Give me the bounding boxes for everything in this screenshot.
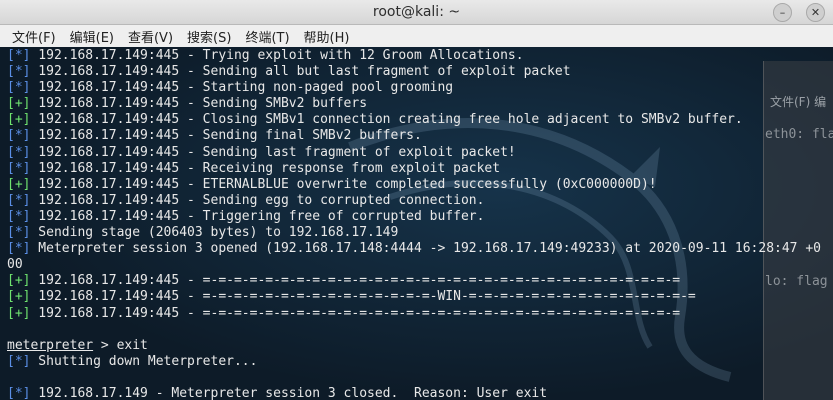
terminal-line: [*] 192.168.17.149:445 - Receiving respo…	[7, 161, 821, 177]
terminal-line: [*] Sending stage (206403 bytes) to 192.…	[7, 225, 821, 241]
terminal-line: [*] 192.168.17.149:445 - Triggering free…	[7, 209, 821, 225]
terminal-line-text: > exit	[93, 337, 148, 353]
menu-bar: 文件(F) 编辑(E) 查看(V) 搜索(S) 终端(T) 帮助(H)	[0, 25, 833, 48]
success-tag: [+]	[7, 96, 31, 112]
success-tag: [+]	[7, 176, 31, 192]
info-tag: [*]	[7, 80, 31, 96]
info-tag: [*]	[7, 208, 31, 224]
terminal-line-text: 192.168.17.149 - Meterpreter session 3 c…	[30, 385, 548, 400]
close-button[interactable]: ✕	[806, 3, 825, 22]
terminal-line-text: 192.168.17.149:445 - =-=-=-=-=-=-=-=-=-=…	[30, 305, 681, 321]
terminal-line: [*] 192.168.17.149:445 - Sending all but…	[7, 64, 821, 80]
terminal-line: 00	[7, 257, 821, 273]
terminal-line-text: 192.168.17.149:445 - Starting non-paged …	[30, 80, 454, 96]
terminal-line: [+] 192.168.17.149:445 - =-=-=-=-=-=-=-=…	[7, 306, 821, 322]
terminal-line-text: 192.168.17.149:445 - Sending egg to corr…	[30, 192, 485, 208]
terminal-line-text: 192.168.17.149:445 - Sending final SMBv2…	[30, 128, 422, 144]
menu-help[interactable]: 帮助(H)	[297, 27, 357, 46]
terminal-line: meterpreter > exit	[7, 338, 821, 354]
info-tag: [*]	[7, 160, 31, 176]
terminal-line: [+] 192.168.17.149:445 - ETERNALBLUE ove…	[7, 177, 821, 193]
terminal-line: [*] 192.168.17.149:445 - Sending last fr…	[7, 145, 821, 161]
info-tag: [*]	[7, 192, 31, 208]
info-tag: [*]	[7, 144, 31, 160]
terminal-line: [*] 192.168.17.149:445 - Sending egg to …	[7, 193, 821, 209]
info-tag: [*]	[7, 225, 31, 241]
info-tag: [*]	[7, 385, 31, 400]
terminal-line: [+] 192.168.17.149:445 - Sending SMBv2 b…	[7, 96, 821, 112]
terminal-line: [*] Meterpreter session 3 opened (192.16…	[7, 241, 821, 257]
window-controls: – ✕	[773, 3, 825, 22]
terminal-line-text: 192.168.17.149:445 - Sending all but las…	[30, 64, 571, 80]
menu-edit[interactable]: 编辑(E)	[63, 27, 121, 46]
success-tag: [+]	[7, 305, 31, 321]
menu-file[interactable]: 文件(F)	[0, 27, 63, 46]
terminal-line-text: Shutting down Meterpreter...	[30, 353, 258, 369]
info-tag: [*]	[7, 64, 31, 80]
meterpreter-prompt: meterpreter	[7, 337, 94, 353]
terminal-line-text: 192.168.17.149:445 - Trying exploit with…	[30, 48, 524, 63]
success-tag: [+]	[7, 112, 31, 128]
terminal-area[interactable]: 文件(F) 编 eth0: fla lo: flag [*] 192.168.1…	[0, 47, 833, 400]
info-tag: [*]	[7, 353, 31, 369]
terminal-line: [*] 192.168.17.149:445 - Trying exploit …	[7, 48, 821, 64]
minimize-button[interactable]: –	[773, 3, 792, 22]
terminal-line: [*] 192.168.17.149 - Meterpreter session…	[7, 386, 821, 400]
menu-terminal[interactable]: 终端(T)	[238, 27, 296, 46]
window-title: root@kali: ~	[372, 4, 461, 20]
terminal-line: [+] 192.168.17.149:445 - =-=-=-=-=-=-=-=…	[7, 289, 821, 305]
menu-search[interactable]: 搜索(S)	[180, 27, 238, 46]
terminal-line-text: 192.168.17.149:445 - =-=-=-=-=-=-=-=-=-=…	[30, 289, 696, 305]
success-tag: [+]	[7, 289, 31, 305]
terminal-line: [*] 192.168.17.149:445 - Sending final S…	[7, 128, 821, 144]
window-titlebar[interactable]: root@kali: ~ – ✕	[0, 0, 833, 25]
info-tag: [*]	[7, 128, 31, 144]
terminal-line-text: 192.168.17.149:445 - Sending last fragme…	[30, 144, 516, 160]
terminal-line-text: 192.168.17.149:445 - Sending SMBv2 buffe…	[30, 96, 368, 112]
info-tag: [*]	[7, 48, 31, 63]
terminal-line-text: Sending stage (206403 bytes) to 192.168.…	[30, 225, 399, 241]
terminal-line: [*] 192.168.17.149:445 - Starting non-pa…	[7, 80, 821, 96]
terminal-line: [+] 192.168.17.149:445 - =-=-=-=-=-=-=-=…	[7, 273, 821, 289]
menu-view[interactable]: 查看(V)	[121, 27, 180, 46]
terminal-line-text: 192.168.17.149:445 - =-=-=-=-=-=-=-=-=-=…	[30, 273, 681, 289]
terminal-line-text: 192.168.17.149:445 - Receiving response …	[30, 160, 501, 176]
terminal-output: [*] 192.168.17.149:445 - Trying exploit …	[7, 48, 821, 400]
terminal-line-text: 192.168.17.149:445 - Closing SMBv1 conne…	[30, 112, 743, 128]
success-tag: [+]	[7, 273, 31, 289]
terminal-line-text: 192.168.17.149:445 - ETERNALBLUE overwri…	[30, 176, 657, 192]
info-tag: [*]	[7, 241, 31, 257]
terminal-line-text: 192.168.17.149:445 - Triggering free of …	[30, 208, 485, 224]
terminal-line-text: 00	[7, 257, 23, 273]
terminal-line: [*] Shutting down Meterpreter...	[7, 354, 821, 370]
terminal-line: [+] 192.168.17.149:445 - Closing SMBv1 c…	[7, 112, 821, 128]
terminal-line-text: Meterpreter session 3 opened (192.168.17…	[30, 241, 821, 257]
